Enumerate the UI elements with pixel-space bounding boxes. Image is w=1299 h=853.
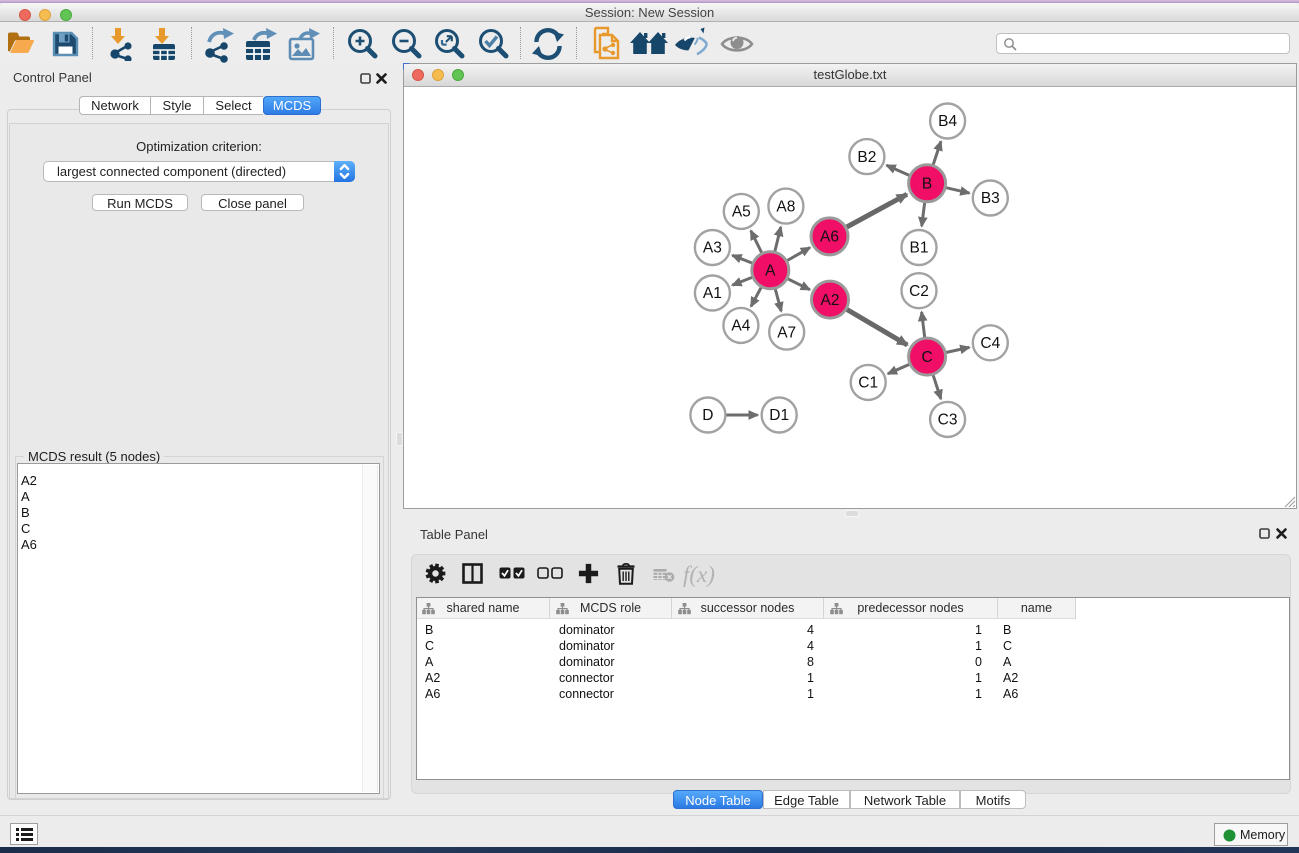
svg-text:B4: B4: [938, 113, 957, 130]
svg-text:A3: A3: [703, 240, 722, 257]
svg-text:A7: A7: [777, 324, 796, 341]
svg-text:D1: D1: [769, 407, 789, 424]
svg-text:C4: C4: [980, 335, 1000, 352]
svg-text:C3: C3: [938, 412, 958, 429]
svg-text:A4: A4: [731, 318, 750, 335]
svg-text:D: D: [702, 407, 713, 424]
svg-text:C1: C1: [858, 375, 878, 392]
svg-text:C: C: [921, 349, 932, 366]
svg-text:A1: A1: [703, 285, 722, 302]
svg-text:B2: B2: [857, 149, 876, 166]
svg-text:B3: B3: [981, 190, 1000, 207]
svg-text:A2: A2: [821, 292, 840, 309]
svg-text:A6: A6: [820, 229, 839, 246]
svg-text:B1: B1: [910, 240, 929, 257]
svg-text:A: A: [765, 262, 776, 279]
svg-text:C2: C2: [909, 283, 929, 300]
svg-text:A8: A8: [776, 198, 795, 215]
svg-text:A5: A5: [732, 204, 751, 221]
svg-text:B: B: [922, 176, 932, 193]
